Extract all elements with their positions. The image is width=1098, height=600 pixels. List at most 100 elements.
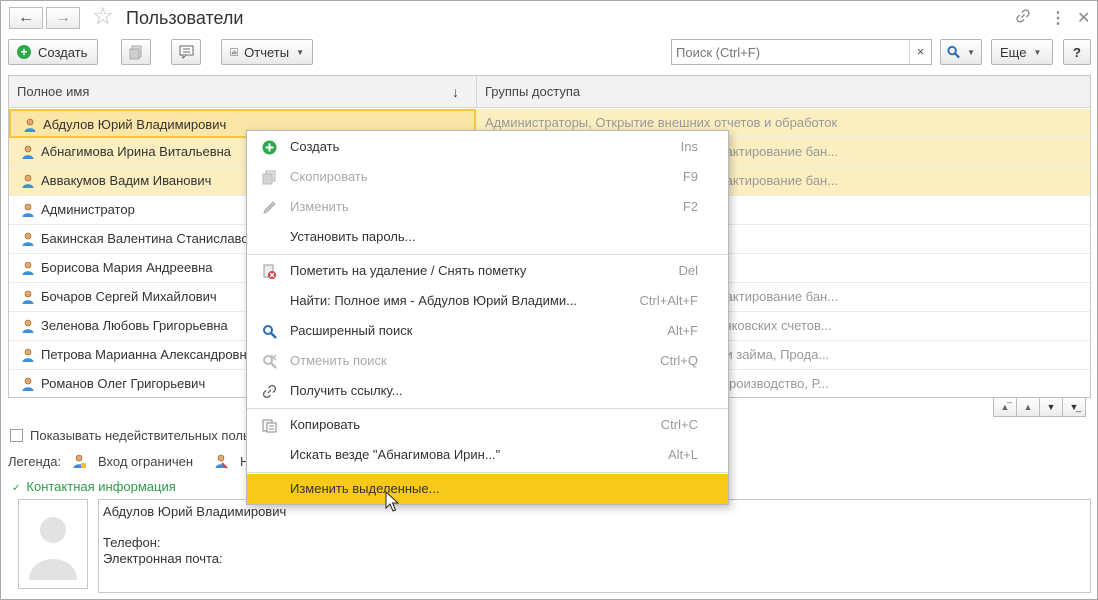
menu-item-label: Изменить выделенные... [290,481,440,496]
show-invalid-checkbox[interactable] [10,429,23,442]
reports-label: Отчеты [244,44,290,60]
reports-dropdown[interactable]: Отчеты ▼ [221,39,313,65]
full-name-text: Борисова Мария Андреевна [41,260,213,275]
chevron-down-icon: ▼ [1033,47,1042,57]
user-photo[interactable] [18,499,88,589]
menu-separator [247,254,728,255]
toolbar: + Создать Отчеты ▼ × ▼ Еще ▼ ? [1,39,1097,67]
full-name-text: Аввакумов Вадим Иванович [41,173,212,188]
full-name-text: Абнагимова Ирина Витальевна [41,144,232,159]
menu-item[interactable]: Отменить поиск Ctrl+Q [247,346,728,376]
menu-item[interactable]: Копировать Ctrl+C [247,410,728,440]
menu-item-label: Изменить [290,199,349,214]
more-button[interactable]: Еще ▼ [991,39,1053,65]
help-button[interactable]: ? [1063,39,1091,65]
access-groups-text: Администраторы, Открытие внешних отчетов… [485,115,838,130]
plus-icon [262,140,277,155]
chevron-down-icon: ▼ [296,47,304,57]
user-icon [22,290,34,304]
report-icon [230,48,238,56]
full-name-text: Администратор [41,202,135,217]
menu-item[interactable]: Получить ссылку... [247,376,728,406]
forward-button[interactable]: → [46,7,80,29]
menu-item-label: Расширенный поиск [290,323,413,338]
mouse-cursor-icon [385,491,399,512]
create-button[interactable]: + Создать [8,39,98,65]
clipboard-icon [262,418,277,433]
delete-mark-icon [262,264,277,279]
scroll-bottom-icon[interactable]: ▼̲ [1062,397,1086,417]
clear-search-icon[interactable]: × [909,40,931,64]
show-invalid-label: Показывать недействительных поль [30,428,250,443]
legend-label: Легенда: [8,454,62,469]
search-icon [262,324,277,339]
sort-down-icon: ↓ [452,84,459,100]
full-name-text: Петрова Марианна Александровн [41,347,247,362]
contact-email-label: Электронная почта: [103,551,223,566]
menu-separator [247,472,728,473]
comment-button[interactable] [171,39,201,65]
menu-item-label: Найти: Полное имя - Абдулов Юрий Владими… [290,293,577,308]
user-icon [24,118,36,132]
full-name-text: Бочаров Сергей Михайлович [41,289,217,304]
menu-item-shortcut: Ctrl+Q [660,353,698,368]
search-input[interactable] [672,40,908,64]
user-icon [22,203,34,217]
menu-item-label: Получить ссылку... [290,383,403,398]
user-icon [22,232,34,246]
menu-item[interactable]: Искать везде "Абнагимова Ирин..." Alt+L [247,440,728,470]
menu-item[interactable]: Пометить на удаление / Снять пометку Del [247,256,728,286]
legend-restricted: Вход ограничен [98,454,194,469]
search-options-button[interactable]: ▼ [940,39,982,65]
more-vertical-icon[interactable]: ⋮ [1050,8,1066,28]
menu-item[interactable]: Найти: Полное имя - Абдулов Юрий Владими… [247,286,728,316]
column-header-name[interactable]: Полное имя [9,76,89,108]
menu-item[interactable]: Создать Ins [247,132,728,162]
copy-icon [129,45,142,59]
menu-item-label: Искать везде "Абнагимова Ирин..." [290,447,501,462]
menu-item-shortcut: Ins [680,139,698,154]
menu-item-shortcut: F9 [682,169,698,184]
full-name-text: Бакинская Валентина Станиславо [41,231,249,246]
favorite-star-icon[interactable]: ☆ [92,5,114,29]
user-invalid-icon [215,454,228,469]
pencil-icon [262,200,277,215]
user-restricted-icon [73,454,86,468]
avatar-placeholder-icon [29,517,77,580]
link-icon [262,384,277,399]
comment-icon [179,45,193,59]
user-icon [22,319,34,333]
back-button[interactable]: ← [9,7,43,29]
scroll-top-icon[interactable]: ▲̅ [993,397,1017,417]
column-header-groups[interactable]: Группы доступа [477,76,580,108]
menu-item[interactable]: Скопировать F9 [247,162,728,192]
table-header: Полное имя ↓ Группы доступа [9,76,1090,108]
menu-item-label: Создать [290,139,340,154]
copy-button[interactable] [121,39,151,65]
menu-item[interactable]: Изменить F2 [247,192,728,222]
menu-item[interactable]: Установить пароль... [247,222,728,252]
user-icon [22,174,34,188]
menu-item-shortcut: F2 [682,199,698,214]
users-window: ← → ☆ Пользователи ⋮ ✕ + Создать Отчеты … [0,0,1098,600]
search-box[interactable]: × [671,39,932,65]
scroll-down-icon[interactable]: ▼ [1039,397,1063,417]
close-icon[interactable]: ✕ [1077,8,1090,28]
full-name-text: Зеленова Любовь Григорьевна [41,318,228,333]
menu-item-shortcut: Alt+L [668,447,698,462]
menu-item-label: Установить пароль... [290,229,416,244]
user-icon [22,377,34,391]
menu-item[interactable]: Изменить выделенные... [247,474,728,504]
menu-item[interactable]: Расширенный поиск Alt+F [247,316,728,346]
link-icon[interactable] [1015,8,1031,29]
menu-item-shortcut: Del [678,263,698,278]
scroll-up-icon[interactable]: ▲ [1016,397,1040,417]
user-icon [22,145,34,159]
context-menu: Создать Ins Скопировать F9 Изменить F2 Установ… [246,130,729,505]
menu-item-label: Отменить поиск [290,353,387,368]
full-name-text: Абдулов Юрий Владимирович [43,117,227,132]
contact-info-toggle[interactable]: ✓ Контактная информация [12,479,176,494]
menu-item-label: Скопировать [290,169,368,184]
menu-item-shortcut: Ctrl+Alt+F [639,293,698,308]
contact-info-box: Абдулов Юрий Владимирович Телефон: Элект… [98,499,1091,593]
